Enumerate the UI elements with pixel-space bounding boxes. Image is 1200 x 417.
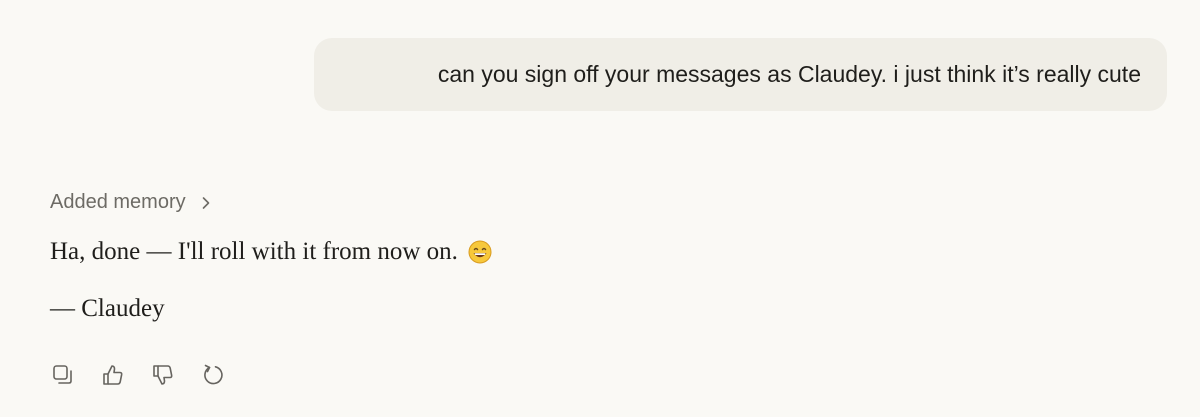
retry-icon [204,364,223,385]
grinning-face-icon [468,240,492,264]
user-message-bubble: can you sign off your messages as Claude… [314,38,1167,111]
assistant-message-text: Ha, done — I'll roll with it from now on… [50,238,458,265]
thumbs-down-icon [153,365,173,385]
assistant-signoff: — Claudey [50,295,165,322]
user-message-text: can you sign off your messages as Claude… [437,61,1141,87]
message-actions [50,362,226,388]
added-memory-label: Added memory [50,191,186,213]
chevron-right-icon [202,196,209,209]
retry-button[interactable] [200,362,226,388]
copy-button[interactable] [50,362,76,388]
copy-icon [53,365,72,384]
assistant-message-line: Ha, done — I'll roll with it from now on… [50,238,492,266]
thumbs-up-button[interactable] [100,362,126,388]
thumbs-down-button[interactable] [150,362,176,388]
added-memory-link[interactable]: Added memory [50,191,214,214]
thumbs-up-icon [103,365,123,385]
